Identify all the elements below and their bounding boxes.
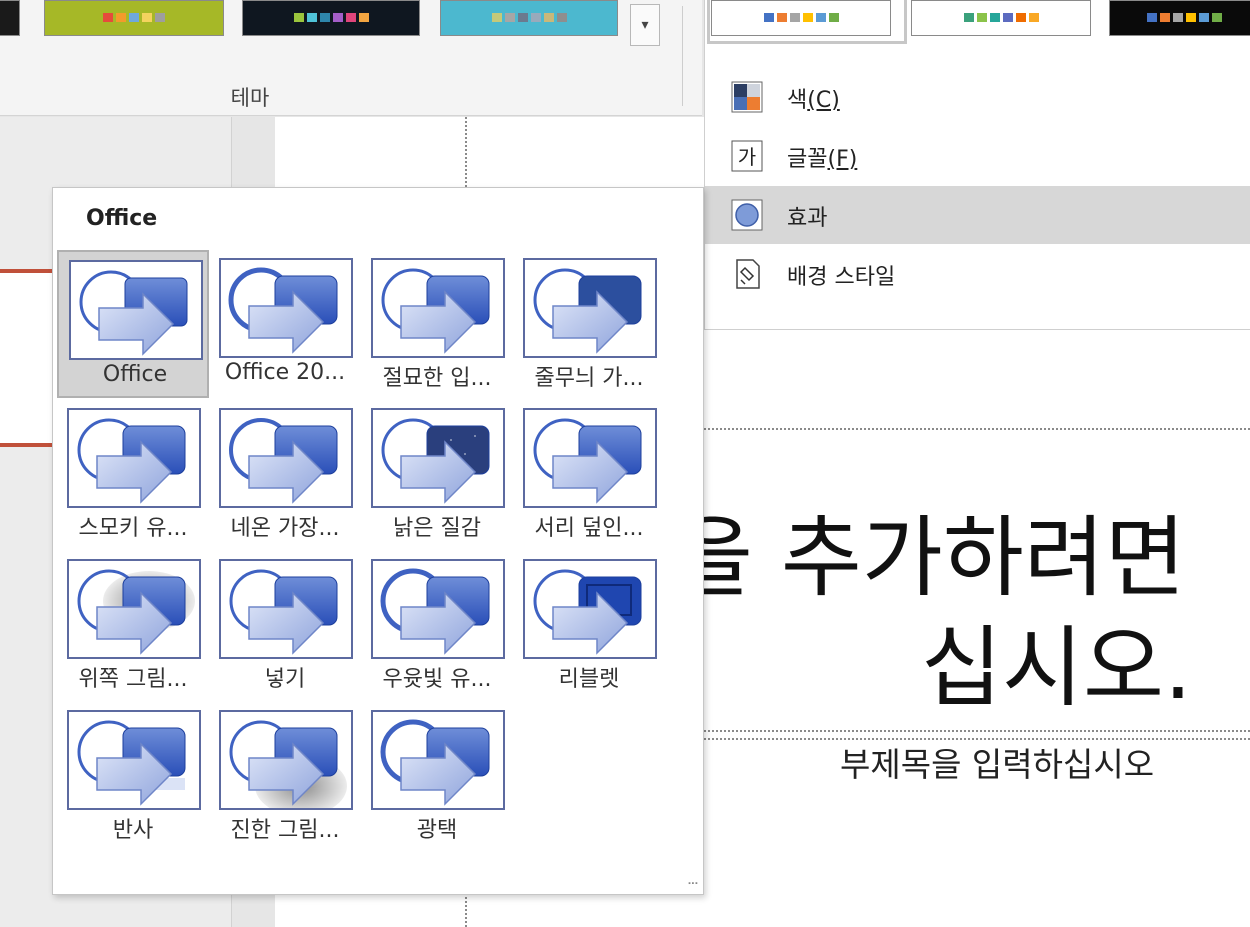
title-placeholder-bottom-border bbox=[704, 730, 1250, 732]
title-placeholder-top-border bbox=[704, 428, 1250, 430]
menu-item-fonts[interactable]: 가 글꼴(F) bbox=[705, 127, 1250, 185]
variant-selection-frame bbox=[707, 0, 907, 44]
effect-preview-icon bbox=[219, 408, 353, 508]
ribbon-group-label: 테마 bbox=[230, 86, 270, 110]
effect-option-bevel[interactable]: Office 20... bbox=[209, 250, 361, 398]
menu-item-label: 글꼴(F) bbox=[787, 147, 858, 172]
menu-item-accelerator: (C) bbox=[807, 88, 840, 113]
effect-preview-icon bbox=[69, 260, 203, 360]
effect-preview-icon bbox=[219, 710, 353, 810]
variant-thumbnail-green-variant[interactable] bbox=[911, 0, 1091, 36]
title-placeholder[interactable]: 을 추가하려면 십시오. bbox=[702, 508, 1250, 718]
effect-option-label: 넣기 bbox=[264, 667, 306, 692]
effect-option-label: 절묘한 입... bbox=[382, 366, 492, 391]
resize-grip-icon[interactable]: ⠠⠤ bbox=[683, 874, 699, 888]
menu-item-effects[interactable]: 효과 bbox=[705, 186, 1250, 244]
theme-gallery-more-button[interactable]: ▾ bbox=[630, 4, 660, 46]
variant-color-swatches bbox=[912, 13, 1090, 22]
menu-item-accelerator: (F) bbox=[827, 147, 858, 172]
theme-color-swatches bbox=[243, 13, 419, 22]
effect-option-plain[interactable]: Office bbox=[57, 250, 209, 398]
title-line-2: 십시오. bbox=[921, 616, 1192, 718]
menu-item-background-styles[interactable]: 배경 스타일 bbox=[705, 245, 1250, 303]
effect-option-label: 우윳빛 유... bbox=[382, 667, 492, 692]
effect-option-frosted[interactable]: 서리 덮인... bbox=[513, 400, 665, 548]
title-line-1: 을 추가하려면 bbox=[702, 508, 1186, 609]
menu-item-label: 배경 스타일 bbox=[787, 265, 896, 290]
effect-preview-icon bbox=[371, 408, 505, 508]
theme-color-swatches bbox=[0, 13, 19, 22]
effect-preview-icon bbox=[523, 559, 657, 659]
effect-option-label: 서리 덮인... bbox=[534, 516, 644, 541]
effect-preview-icon bbox=[67, 559, 201, 659]
ribbon-divider bbox=[682, 6, 683, 106]
effect-option-label: Office bbox=[102, 362, 168, 387]
effect-preview-icon bbox=[67, 710, 201, 810]
effect-option-extremeshadow[interactable]: 진한 그림... bbox=[209, 702, 361, 850]
effect-preview-icon bbox=[371, 258, 505, 358]
menu-item-label: 효과 bbox=[787, 206, 828, 231]
effect-option-smoky[interactable]: 스모키 유... bbox=[57, 400, 209, 548]
variant-thumbnail-dark-variant[interactable] bbox=[1109, 0, 1250, 36]
effect-preview-icon bbox=[523, 408, 657, 508]
colors-icon bbox=[731, 81, 763, 113]
effect-option-label: Office 20... bbox=[224, 360, 346, 385]
effect-option-neon[interactable]: 네온 가장... bbox=[209, 400, 361, 548]
menu-item-label: 색(C) bbox=[787, 88, 840, 113]
effect-preview-icon bbox=[219, 559, 353, 659]
effect-option-subtle[interactable]: 절묘한 입... bbox=[361, 250, 513, 398]
effect-option-label: 낡은 질감 bbox=[393, 516, 481, 541]
powerpoint-design-tab: ▾ 테마 을 추가하려면 십시오. 부제목을 입력하십시오 색(C) 가 글꼴(F)… bbox=[0, 0, 1250, 927]
theme-thumbnail-teal-theme[interactable] bbox=[440, 0, 618, 36]
effect-option-topshadow[interactable]: 위쪽 그림... bbox=[57, 551, 209, 699]
themes-ribbon-group: ▾ 테마 bbox=[0, 0, 702, 116]
svg-text:가: 가 bbox=[738, 145, 756, 169]
variants-dropdown-menu: 색(C) 가 글꼴(F) 효과배경 스타일 bbox=[704, 0, 1250, 330]
theme-thumbnail-dark-theme-partial[interactable] bbox=[0, 0, 20, 36]
theme-color-swatches bbox=[441, 13, 617, 22]
effect-option-label: 반사 bbox=[112, 818, 154, 843]
effect-option-label: 위쪽 그림... bbox=[78, 667, 188, 692]
effect-preview-icon bbox=[523, 258, 657, 358]
fonts-icon: 가 bbox=[731, 140, 763, 172]
effects-icon bbox=[731, 199, 763, 231]
effect-option-riblet[interactable]: 리블렛 bbox=[513, 551, 665, 699]
background-styles-icon bbox=[731, 258, 763, 290]
effect-option-label: 스모키 유... bbox=[78, 516, 188, 541]
gallery-section-header: Office bbox=[86, 206, 158, 231]
theme-thumbnail-green-theme[interactable] bbox=[44, 0, 224, 36]
effect-preview-icon bbox=[371, 710, 505, 810]
effect-preview-icon bbox=[371, 559, 505, 659]
effect-option-reflection[interactable]: 반사 bbox=[57, 702, 209, 850]
effect-option-glossy[interactable]: 광택 bbox=[361, 702, 513, 850]
effect-option-milky[interactable]: 우윳빛 유... bbox=[361, 551, 513, 699]
effect-option-label: 줄무늬 가... bbox=[534, 366, 644, 391]
effect-option-banded[interactable]: 줄무늬 가... bbox=[513, 250, 665, 398]
effect-preview-icon bbox=[219, 258, 353, 358]
theme-thumbnail-dark-navy-theme[interactable] bbox=[242, 0, 420, 36]
effect-option-label: 광택 bbox=[416, 818, 458, 843]
effects-gallery-popup: Office Office Office 20... 절묘한 입... 줄무늬 … bbox=[52, 187, 704, 895]
theme-color-swatches bbox=[45, 13, 223, 22]
variant-color-swatches bbox=[1110, 13, 1250, 22]
effect-option-label: 리블렛 bbox=[558, 667, 620, 692]
effect-option-label: 네온 가장... bbox=[230, 516, 340, 541]
menu-item-colors[interactable]: 색(C) bbox=[705, 68, 1250, 126]
subtitle-placeholder[interactable]: 부제목을 입력하십시오 bbox=[840, 738, 1154, 786]
effect-option-label: 진한 그림... bbox=[230, 818, 340, 843]
effect-option-inset[interactable]: 넣기 bbox=[209, 551, 361, 699]
effect-preview-icon bbox=[67, 408, 201, 508]
effect-option-grunge[interactable]: 낡은 질감 bbox=[361, 400, 513, 548]
